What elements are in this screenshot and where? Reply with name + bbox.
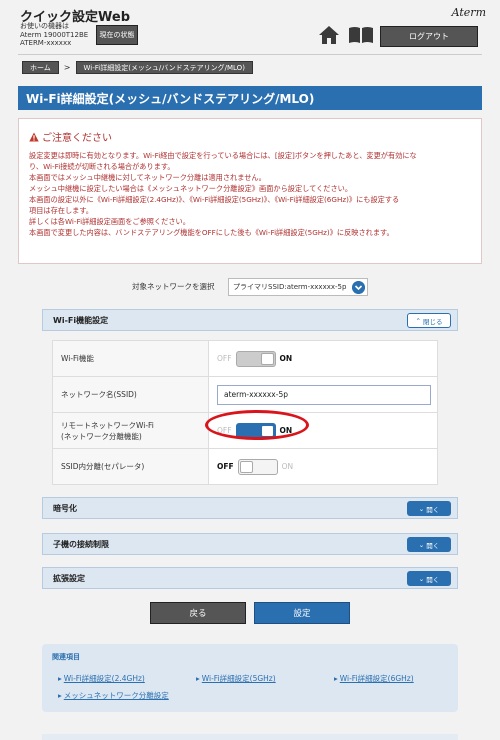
footer-bar [42,734,458,740]
manual-book-icon[interactable] [348,26,374,44]
section-title: Wi-Fi機能設定 [53,316,109,325]
notice-title-text: ご注意ください [42,133,112,144]
related-title: 関連項目 [52,653,80,661]
breadcrumb: ホーム > Wi-Fi詳細設定(メッシュ/バンドステアリング/MLO) [22,61,253,74]
notice-line: り、Wi-Fi接続が切断される場合があります。 [29,162,175,171]
network-select-value: プライマリSSID:aterm-xxxxxx-5p [233,283,347,291]
header-divider [18,54,482,55]
table-row: ネットワーク名(SSID) [52,376,438,413]
off-text: OFF [217,354,232,363]
ssid-separator-label: SSID内分離(セパレータ) [52,448,209,485]
chevron-down-icon: ⌄ [418,540,425,549]
arrow-icon: ▸ [58,674,62,683]
arrow-icon: ▸ [334,674,338,683]
network-select-row: 対象ネットワークを選択 プライマリSSID:aterm-xxxxxx-5p [0,278,500,296]
arrow-icon: ▸ [196,674,200,683]
on-text: ON [279,354,293,363]
open-label: 開く [426,541,440,550]
chevron-down-icon: ⌄ [418,574,425,583]
remote-network-label: リモートネットワークWi-Fi (ネットワーク分離機能) [52,412,209,449]
notice-line: 本画面の設定以外に《Wi-Fi詳細設定(2.4GHz)》、《Wi-Fi詳細設定(… [29,195,400,204]
section-extended[interactable]: 拡張設定 ⌄ 開く [42,567,458,589]
open-section-button[interactable]: ⌄ 開く [407,537,451,552]
section-title: 拡張設定 [53,574,85,583]
off-text: OFF [217,462,234,471]
link-text: Wi-Fi詳細設定(6GHz) [339,674,414,683]
section-client-limit[interactable]: 子機の接続制限 ⌄ 開く [42,533,458,555]
wifi-function-label: Wi-Fi機能 [52,340,209,377]
device-name: ATERM-xxxxxx [20,39,72,47]
table-row: SSID内分離(セパレータ) OFF ON [52,448,438,485]
breadcrumb-home-link[interactable]: ホーム [22,61,59,74]
open-section-button[interactable]: ⌄ 開く [407,571,451,586]
open-section-button[interactable]: ⌄ 開く [407,501,451,516]
device-model: Aterm 19000T12BE [20,30,89,39]
notice-line: 本画面で変更した内容は、バンドステアリング機能をOFFにした後も《Wi-Fi詳細… [29,228,394,237]
network-select-label: 対象ネットワークを選択 [132,282,215,291]
wifi-function-cell: OFF ON [208,340,438,377]
wifi-function-toggle: OFF ON [217,350,293,367]
link-text: メッシュネットワーク分離設定 [63,691,169,700]
ssid-separator-switch[interactable] [237,458,278,475]
label-line: (ネットワーク分離機能) [61,431,142,441]
ssid-separator-toggle: OFF ON [217,458,294,475]
notice-line: 本画面ではメッシュ中継機に対してネットワーク分離は適用されません。 [29,173,266,182]
section-title: 子機の接続制限 [53,540,109,549]
device-info: お使いの機器は Aterm 19000T12BE ATERM-xxxxxx [20,22,88,48]
table-row: Wi-Fi機能 OFF ON [52,340,438,377]
close-label: 閉じる [423,317,443,326]
arrow-icon: ▸ [58,691,62,700]
open-label: 開く [426,575,440,584]
link-text: Wi-Fi詳細設定(5GHz) [201,674,276,683]
section-wifi-function: Wi-Fi機能設定 ⌃ 閉じる [42,309,458,331]
on-text: ON [281,462,294,471]
notice-line: 設定変更は即時に有効となります。Wi-Fi経由で設定を行っている場合には、[設定… [29,151,417,160]
open-label: 開く [426,505,440,514]
wifi-function-switch [235,350,276,367]
notice-line: メッシュ中継機に設定したい場合は《メッシュネットワーク分離設定》画面から設定して… [29,184,353,193]
related-items: 関連項目 ▸ Wi-Fi詳細設定(2.4GHz) ▸ Wi-Fi詳細設定(5GHz)… [42,644,458,712]
chevron-down-icon: ⌄ [418,504,425,513]
save-button[interactable]: 設定 [254,602,350,624]
brand-logo: Aterm [451,6,486,19]
highlight-annotation [205,410,309,440]
ssid-separator-cell: OFF ON [208,448,438,485]
breadcrumb-separator: > [63,63,71,72]
close-section-button[interactable]: ⌃ 閉じる [407,313,451,328]
related-link-mesh-separation[interactable]: ▸ メッシュネットワーク分離設定 [58,690,169,701]
device-info-line: お使いの機器は [20,22,69,30]
warning-icon [29,132,39,141]
network-select[interactable]: プライマリSSID:aterm-xxxxxx-5p [228,278,368,296]
notice-line: 詳しくは各Wi-Fi詳細設定画面をご参照ください。 [29,217,190,226]
ssid-cell [208,376,438,413]
section-title: 暗号化 [53,504,77,513]
label-line: リモートネットワークWi-Fi [61,420,154,430]
notice-box: ご注意ください 設定変更は即時に有効となります。Wi-Fi経由で設定を行っている… [18,118,482,264]
related-link-wifi-6ghz[interactable]: ▸ Wi-Fi詳細設定(6GHz) [334,673,414,684]
link-text: Wi-Fi詳細設定(2.4GHz) [63,674,145,683]
current-status-button[interactable]: 現在の状態 [96,25,138,45]
home-icon[interactable] [318,25,340,45]
related-link-wifi-24ghz[interactable]: ▸ Wi-Fi詳細設定(2.4GHz) [58,673,145,684]
related-link-wifi-5ghz[interactable]: ▸ Wi-Fi詳細設定(5GHz) [196,673,276,684]
back-button[interactable]: 戻る [150,602,246,624]
ssid-input[interactable] [217,384,431,405]
section-encryption[interactable]: 暗号化 ⌄ 開く [42,497,458,519]
notice-title: ご注意ください [29,129,471,144]
ssid-label: ネットワーク名(SSID) [52,376,209,413]
page-title: Wi-Fi詳細設定(メッシュ/バンドステアリング/MLO) [18,86,482,110]
chevron-down-icon [352,281,365,294]
chevron-up-icon: ⌃ [415,316,421,325]
header: クイック設定Web お使いの機器は Aterm 19000T12BE ATERM… [0,0,500,52]
logout-button[interactable]: ログアウト [380,26,478,47]
notice-line: 項目は存在します。 [29,206,93,215]
breadcrumb-current: Wi-Fi詳細設定(メッシュ/バンドステアリング/MLO) [75,61,253,74]
